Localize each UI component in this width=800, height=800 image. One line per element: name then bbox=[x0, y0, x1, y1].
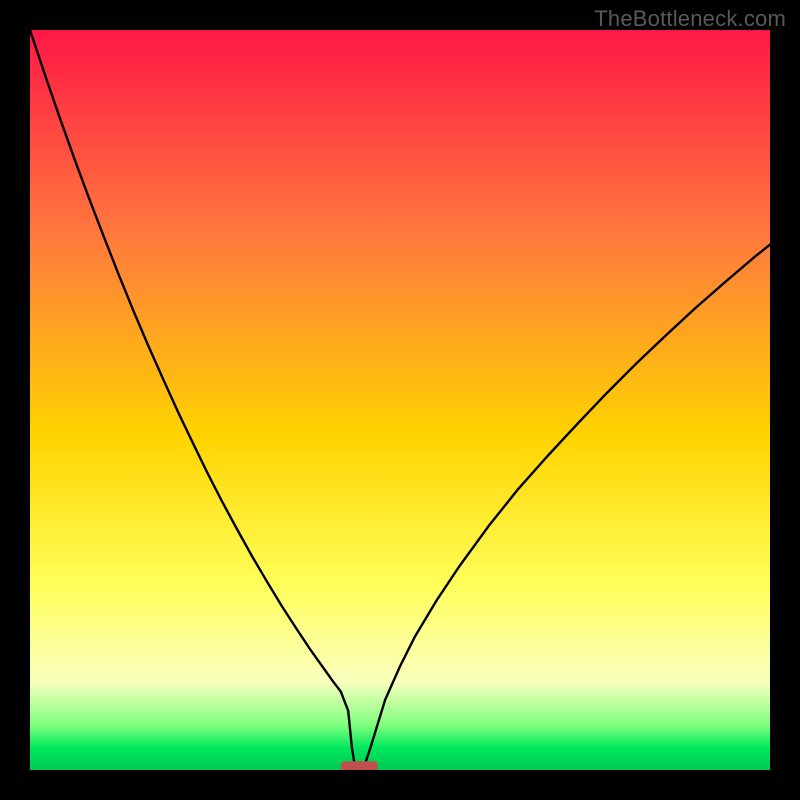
chart-frame: TheBottleneck.com bbox=[0, 0, 800, 800]
chart-plot bbox=[30, 30, 770, 770]
minimum-marker bbox=[341, 761, 378, 770]
gradient-background bbox=[30, 30, 770, 770]
watermark-text: TheBottleneck.com bbox=[594, 6, 786, 32]
